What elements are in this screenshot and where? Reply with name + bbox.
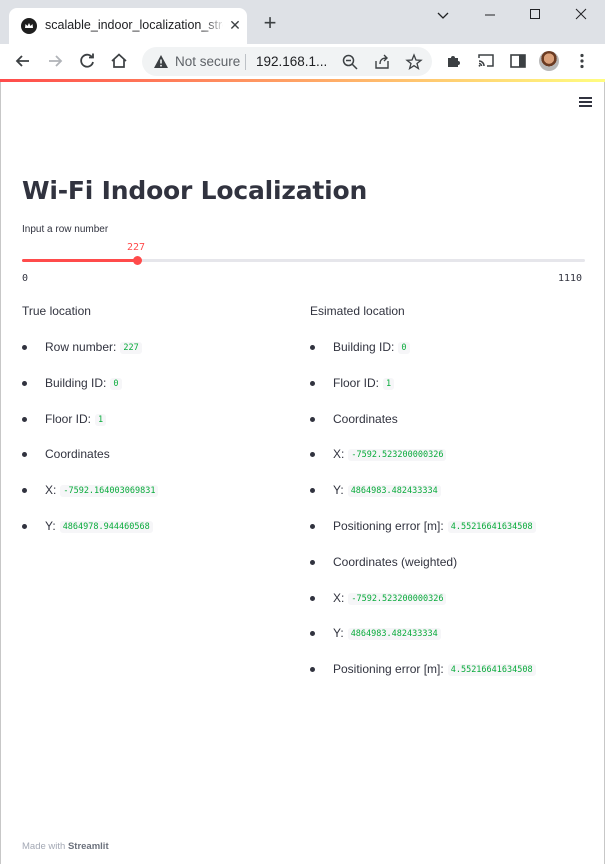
item-label: Y: [333,483,344,498]
item-value-code: 4864983.482433334 [347,485,441,498]
item-label: Coordinates (weighted) [333,554,458,569]
url-text[interactable]: 192.168.1... [256,54,327,69]
true-location-list: Row number: 227 Building ID: 0 Floor ID: 1 Coo… [22,340,292,555]
item-value-code: 0 [398,342,410,354]
tab-search-icon[interactable] [423,4,463,26]
streamlit-crown-icon [21,18,37,34]
omnibox-divider [245,54,246,70]
list-item: X: -7592.523200000326 [310,447,580,483]
zoom-icon[interactable] [341,53,359,71]
item-label: Building ID: [333,340,395,354]
true-location-column: True location Row number: 227 Building ID:… [22,304,292,555]
extensions-icon[interactable] [443,50,465,72]
home-icon[interactable] [108,50,130,72]
item-label: Coordinates [333,411,398,426]
list-item: Y: 4864983.482433334 [310,483,580,519]
item-value-code: -7592.523200000326 [348,592,447,605]
item-value-code: 227 [120,342,142,354]
estimated-location-column: Esimated location Building ID: 0 Floor ID:… [310,304,580,698]
slider-label: Input a row number [22,224,109,235]
item-label: Y: [333,626,344,641]
estimated-location-heading: Esimated location [310,304,405,318]
forward-icon[interactable] [44,50,66,72]
list-item: Positioning error [m]: 4.55216641634508 [310,519,580,555]
profile-avatar[interactable] [539,51,559,71]
item-value-code: 0 [110,377,122,390]
slider-max-label: 1110 [558,273,583,284]
item-value-code: -7592.164003069831 [60,485,159,498]
item-label: X: [333,590,345,605]
list-item: Coordinates (weighted) [310,555,580,591]
back-icon[interactable] [12,50,34,72]
list-item: Floor ID: 1 [22,412,292,448]
list-item: Building ID: 0 [310,340,580,376]
list-item: X: -7592.164003069831 [22,483,292,519]
tab-close-icon[interactable]: ✕ [227,17,243,33]
item-label: Floor ID: [333,375,380,390]
list-item: Floor ID: 1 [310,376,580,412]
item-value-code: 4.55216641634508 [447,664,536,677]
browser-toolbar: Not secure 192.168.1... [0,44,605,79]
tab-title-fade [203,16,225,36]
list-item: Positioning error [m]: 4.55216641634508 [310,662,580,698]
close-window-icon[interactable] [561,4,601,26]
footer-prefix: Made with [22,841,66,852]
item-value-code: 4864978.944460568 [59,520,153,533]
estimated-location-list: Building ID: 0 Floor ID: 1 Coordinates X: -759… [310,340,580,698]
more-menu-icon[interactable] [571,50,593,72]
slider-min-label: 0 [22,273,29,284]
list-item: Building ID: 0 [22,376,292,412]
footer: Made with Streamlit [22,841,109,852]
item-value-code: 4864983.482433334 [347,628,441,641]
streamlit-app: Wi-Fi Indoor Localization Input a row nu… [0,82,605,864]
item-label: Positioning error [m]: [333,518,444,533]
item-label: Row number: [45,340,117,354]
slider-fill [22,259,138,262]
list-item: Y: 4864978.944460568 [22,519,292,555]
item-label: X: [333,447,345,462]
item-value-code: 1 [383,377,395,390]
browser-tab-active[interactable]: scalable_indoor_localization_streamlit ✕ [9,8,247,44]
list-item: Coordinates [22,447,292,483]
item-label: Positioning error [m]: [333,662,444,677]
browser-titlebar: scalable_indoor_localization_streamlit ✕… [0,0,605,44]
item-label: Coordinates [45,447,110,462]
item-value-code: 4.55216641634508 [447,520,536,533]
maximize-icon[interactable] [515,4,555,26]
share-icon[interactable] [373,53,391,71]
streamlit-link[interactable]: Streamlit [68,841,109,852]
address-bar[interactable]: Not secure 192.168.1... [142,47,432,76]
new-tab-button[interactable]: + [259,12,281,35]
row-number-slider[interactable] [22,256,585,265]
list-item: Y: 4864983.482433334 [310,626,580,662]
item-label: X: [45,483,57,498]
security-label[interactable]: Not secure [175,54,240,69]
true-location-heading: True location [22,304,91,318]
list-item: Coordinates [310,412,580,448]
item-label: Building ID: [45,375,107,390]
item-value-code: 1 [95,413,107,426]
star-icon[interactable] [405,53,423,71]
side-panel-icon[interactable] [507,50,529,72]
item-label: Y: [45,518,56,533]
cast-icon[interactable] [475,50,497,72]
list-item: Row number: 227 [22,340,292,376]
minimize-icon[interactable] [470,4,510,26]
item-label: Floor ID: [45,411,92,426]
warning-icon[interactable] [153,54,169,74]
tab-title: scalable_indoor_localization_streamlit [45,18,223,32]
reload-icon[interactable] [76,50,98,72]
page-title: Wi-Fi Indoor Localization [22,176,368,205]
list-item: X: -7592.523200000326 [310,591,580,627]
slider-thumb[interactable] [133,256,143,265]
item-value-code: -7592.523200000326 [348,449,447,462]
hamburger-menu-icon[interactable] [579,97,592,107]
slider-current-value: 227 [127,242,146,253]
